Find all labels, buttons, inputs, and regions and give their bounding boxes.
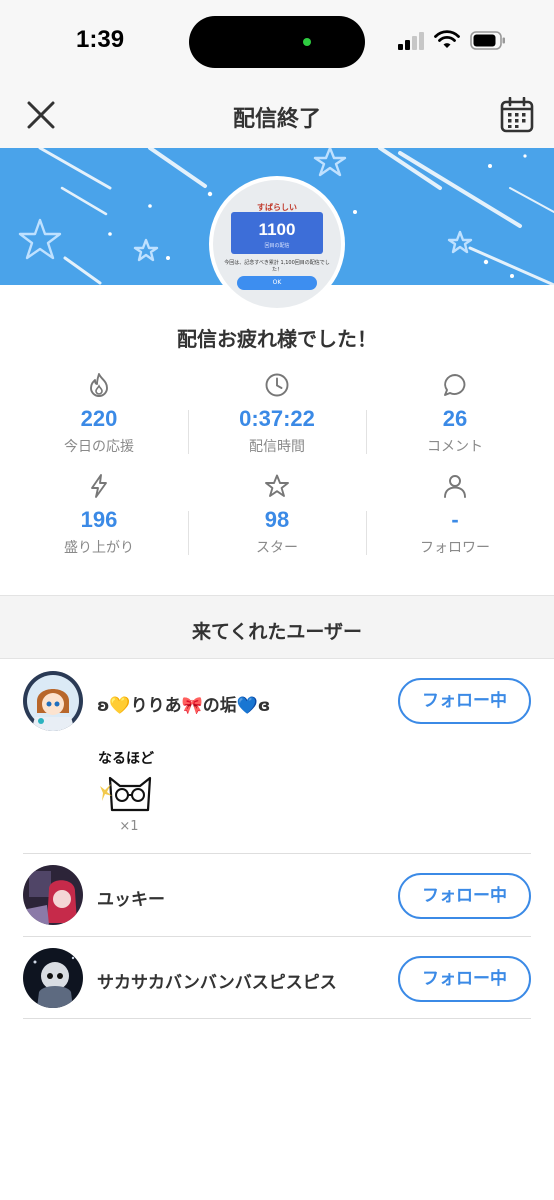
- gift-sticker-text: なるほど: [98, 751, 154, 767]
- avatar[interactable]: [23, 671, 83, 731]
- battery-icon: [470, 31, 505, 50]
- stat-label: 盛り上がり: [64, 540, 134, 556]
- stats-row: 196 盛り上がり 98 スター - フォロワー: [10, 469, 544, 570]
- calendar-icon[interactable]: [500, 97, 534, 133]
- avatar[interactable]: [23, 948, 83, 1008]
- stat-value: 98: [264, 507, 290, 532]
- visitors-header: 来てくれたユーザー: [0, 595, 554, 659]
- star-icon: [265, 474, 289, 497]
- person-icon: [444, 475, 466, 498]
- visitors-title: 来てくれたユーザー: [191, 621, 363, 643]
- avatar[interactable]: [23, 865, 83, 925]
- status-time: 1:39: [76, 26, 125, 53]
- stat-stream-time: 0:37:22 配信時間: [188, 368, 366, 469]
- header: 配信終了: [0, 82, 554, 148]
- user-row[interactable]: ユッキー フォロー中: [23, 865, 531, 925]
- stat-label: 配信時間: [249, 439, 305, 455]
- stats-row: 220 今日の応援 0:37:22 配信時間 26 コメント: [10, 368, 544, 469]
- divider: [23, 853, 531, 854]
- gift-sticker: なるほど: [96, 746, 166, 812]
- user-name: ユッキー: [97, 890, 165, 910]
- dynamic-island: [189, 16, 365, 68]
- divider: [23, 1018, 531, 1019]
- user-name: サカサカバンバンバスピスピス: [97, 973, 337, 993]
- stat-label: コメント: [427, 439, 483, 455]
- stats-grid: 220 今日の応援 0:37:22 配信時間 26 コメント 196 盛り上がり…: [10, 368, 544, 570]
- following-button[interactable]: フォロー中: [398, 873, 531, 919]
- thumbnail-image: すばらしい 1100 回目の配信 今回は、記念すべき累計 1,100回目の配信で…: [213, 180, 341, 308]
- stat-value: 0:37:22: [239, 406, 315, 431]
- stat-label: スター: [256, 540, 298, 556]
- stat-followers: - フォロワー: [366, 469, 544, 570]
- status-bar: 1:39: [0, 0, 554, 82]
- camera-indicator-icon: [303, 38, 311, 46]
- stream-thumbnail: すばらしい 1100 回目の配信 今回は、記念すべき累計 1,100回目の配信で…: [209, 176, 345, 312]
- stat-label: フォロワー: [420, 540, 490, 556]
- stat-stars: 98 スター: [188, 469, 366, 570]
- wifi-icon: [434, 30, 460, 48]
- following-button[interactable]: フォロー中: [398, 956, 531, 1002]
- thanks-message: 配信お疲れ様でした！: [177, 327, 377, 351]
- thumbnail-subtext: 回目の配信: [264, 243, 290, 249]
- stat-value: 26: [442, 406, 468, 431]
- stat-excitement: 196 盛り上がり: [10, 469, 188, 570]
- divider: [23, 936, 531, 937]
- flame-icon: [90, 373, 108, 397]
- stat-value: 196: [80, 507, 118, 532]
- thumbnail-ok: OK: [237, 276, 317, 290]
- stat-comments: 26 コメント: [366, 368, 544, 469]
- comment-icon: [444, 374, 466, 396]
- page-title: 配信終了: [232, 107, 321, 132]
- stat-value: 220: [80, 406, 118, 431]
- user-name: ʚ💛りりあ🎀の垢💙ɞ: [97, 696, 271, 716]
- clock-icon: [265, 373, 289, 397]
- stat-value: -: [451, 507, 459, 532]
- thumbnail-number: 1100: [258, 220, 296, 239]
- user-row[interactable]: ʚ💛りりあ🎀の垢💙ɞ フォロー中: [23, 671, 531, 731]
- lightning-icon: [91, 474, 107, 498]
- thumbnail-text: 今回は、記念すべき累計 1,100回目の配信でした！: [224, 260, 330, 273]
- thumbnail-card: 1100 回目の配信: [231, 212, 323, 254]
- user-row[interactable]: サカサカバンバンバスピスピス フォロー中: [23, 948, 531, 1008]
- cellular-signal-icon: [398, 32, 428, 50]
- stat-today-support: 220 今日の応援: [10, 368, 188, 469]
- following-button[interactable]: フォロー中: [398, 678, 531, 724]
- gift-count: ×1: [119, 819, 139, 834]
- stat-label: 今日の応援: [64, 439, 134, 455]
